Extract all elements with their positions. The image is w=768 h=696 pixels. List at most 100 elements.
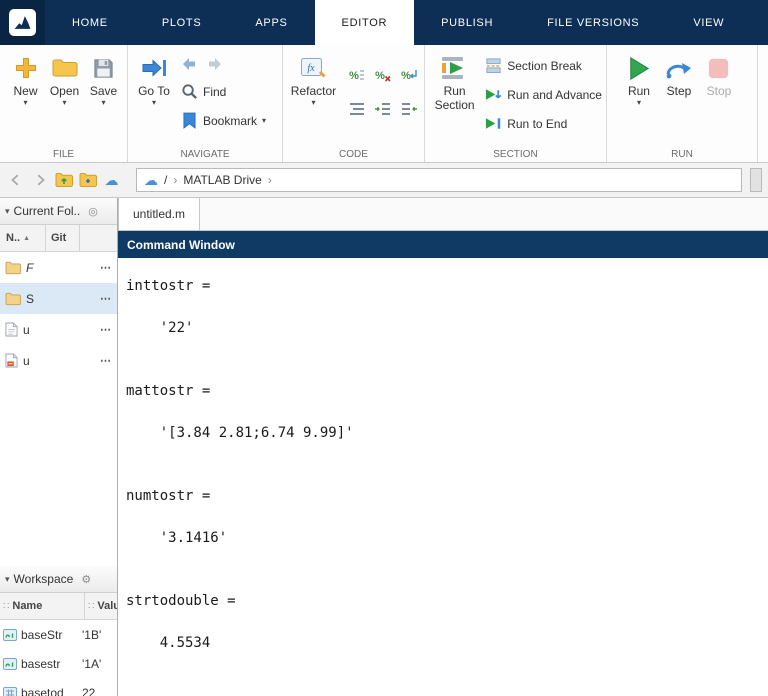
indent-left-icon[interactable]: [398, 96, 420, 122]
chevron-down-icon: ▾: [311, 98, 316, 107]
file-row[interactable]: u ⋯: [0, 345, 117, 376]
smart-indent-icon[interactable]: [346, 96, 368, 122]
workspace-header[interactable]: ▾ Workspace ⚙: [0, 566, 117, 593]
workspace-area: ▾ Current Fol.. ◎ N.. ▲ Git F ⋯ S ⋯ u ⋯ …: [0, 198, 768, 696]
group-label-navigate: NAVIGATE: [180, 149, 230, 160]
command-window-header[interactable]: Command Window: [118, 231, 768, 258]
run-icon: [625, 53, 652, 83]
svg-text:fx: fx: [308, 63, 316, 74]
document-tab-untitled[interactable]: untitled.m: [118, 198, 201, 230]
row-menu-icon[interactable]: ⋯: [100, 354, 112, 367]
section-break-button[interactable]: Section Break: [484, 56, 602, 75]
nav-back-icon[interactable]: [6, 171, 25, 190]
ribbon-filler: [758, 45, 768, 162]
row-menu-icon[interactable]: ⋯: [100, 261, 112, 274]
cloud-upload-icon[interactable]: ☁: [102, 171, 121, 190]
stop-icon: [706, 53, 731, 83]
step-button[interactable]: Step: [659, 50, 699, 98]
new-button[interactable]: New ▾: [6, 50, 45, 107]
chevron-down-icon: ▾: [62, 98, 67, 107]
row-menu-icon[interactable]: ⋯: [100, 323, 112, 336]
pin-icon[interactable]: ◎: [88, 205, 98, 218]
current-folder-header[interactable]: ▾ Current Fol.. ◎: [0, 198, 117, 225]
uncomment-icon[interactable]: %: [372, 62, 394, 88]
tab-file-versions[interactable]: FILE VERSIONS: [520, 0, 666, 45]
gear-icon[interactable]: ⚙: [81, 573, 91, 586]
breadcrumb-folder[interactable]: MATLAB Drive: [183, 173, 261, 187]
collapse-caret-icon[interactable]: ▾: [5, 206, 10, 217]
back-arrow-icon[interactable]: [180, 55, 198, 73]
folder-up-icon[interactable]: [54, 171, 73, 190]
save-button[interactable]: Save ▾: [84, 50, 123, 107]
history-arrows: [180, 56, 266, 72]
svg-text:%: %: [349, 70, 359, 82]
workspace-row[interactable]: basetod 22: [0, 678, 117, 696]
file-row[interactable]: F ⋯: [0, 252, 117, 283]
goto-icon: [141, 53, 167, 83]
workspace-row[interactable]: basestr '1A': [0, 649, 117, 678]
group-label-run: RUN: [671, 149, 693, 160]
tab-home[interactable]: HOME: [45, 0, 135, 45]
matlab-online-app: HOME PLOTS APPS EDITOR PUBLISH FILE VERS…: [0, 0, 768, 696]
forward-arrow-icon[interactable]: [206, 55, 224, 73]
folder-icon: [5, 261, 21, 275]
run-section-button[interactable]: Run Section: [431, 50, 478, 112]
tab-view[interactable]: VIEW: [666, 0, 751, 45]
tab-publish[interactable]: PUBLISH: [414, 0, 520, 45]
section-break-icon: [484, 57, 502, 75]
current-folder-title: Current Fol..: [13, 204, 81, 218]
file-row[interactable]: u ⋯: [0, 314, 117, 345]
new-folder-icon[interactable]: [78, 171, 97, 190]
run-button[interactable]: Run ▾: [619, 50, 659, 107]
tab-plots[interactable]: PLOTS: [135, 0, 229, 45]
breadcrumb[interactable]: ☁ / › MATLAB Drive ›: [136, 168, 742, 192]
matlab-logo-icon: [9, 9, 36, 36]
column-header-ws-value[interactable]: ∷ Valu..: [85, 593, 117, 619]
tab-editor[interactable]: EDITOR: [314, 0, 415, 45]
tab-apps[interactable]: APPS: [228, 0, 314, 45]
open-folder-icon: [52, 53, 78, 83]
column-header-name[interactable]: N.. ▲: [0, 225, 46, 251]
main-panel: untitled.m Command Window inttostr = '22…: [118, 198, 768, 696]
row-menu-icon[interactable]: ⋯: [100, 292, 112, 305]
chevron-down-icon: ▾: [151, 98, 156, 107]
ribbon-group-run: Run ▾ Step Stop RUN: [607, 45, 758, 162]
save-icon: [92, 53, 115, 83]
matlab-logo[interactable]: [0, 0, 45, 45]
variable-value: 22: [82, 685, 96, 696]
cloud-icon: ☁: [144, 171, 158, 188]
goto-button[interactable]: Go To ▾: [134, 50, 174, 107]
refactor-icon: fx: [300, 53, 327, 83]
run-and-advance-button[interactable]: Run and Advance: [484, 85, 602, 104]
file-name: u: [23, 353, 30, 368]
document-tab-strip: untitled.m: [118, 198, 768, 231]
command-window-output[interactable]: inttostr = '22' mattostr = '[3.84 2.81;6…: [118, 258, 768, 696]
workspace-row[interactable]: baseStr '1B': [0, 620, 117, 649]
collapse-caret-icon[interactable]: ▾: [5, 574, 10, 585]
breadcrumb-root[interactable]: /: [164, 173, 167, 187]
open-button[interactable]: Open ▾: [45, 50, 84, 107]
group-label-file: FILE: [52, 149, 75, 160]
column-header-git[interactable]: Git: [46, 225, 80, 251]
toolstrip-tab-bar: HOME PLOTS APPS EDITOR PUBLISH FILE VERS…: [0, 0, 768, 45]
indent-right-icon[interactable]: [372, 96, 394, 122]
step-icon: [665, 53, 693, 83]
find-button[interactable]: Find: [180, 82, 266, 101]
char-variable-icon: [3, 657, 17, 670]
comment-icon[interactable]: %: [346, 62, 368, 88]
stop-button[interactable]: Stop: [699, 50, 739, 98]
file-name: F: [26, 260, 34, 275]
sort-asc-icon: ▲: [23, 234, 30, 242]
file-row[interactable]: S ⋯: [0, 283, 117, 314]
chevron-down-icon: ▾: [636, 98, 641, 107]
column-header-ws-name[interactable]: ∷ Name: [0, 593, 85, 619]
run-section-icon: [440, 53, 470, 83]
nav-forward-icon[interactable]: [30, 171, 49, 190]
wrap-comments-icon[interactable]: %: [398, 62, 420, 88]
chevron-right-icon: ›: [173, 173, 178, 187]
pathbar-more-button[interactable]: [750, 168, 762, 192]
refactor-button[interactable]: fx Refactor ▾: [289, 50, 338, 107]
variable-name: basestr: [21, 656, 61, 671]
bookmark-button[interactable]: Bookmark ▾: [180, 111, 266, 130]
run-to-end-button[interactable]: Run to End: [484, 114, 602, 133]
